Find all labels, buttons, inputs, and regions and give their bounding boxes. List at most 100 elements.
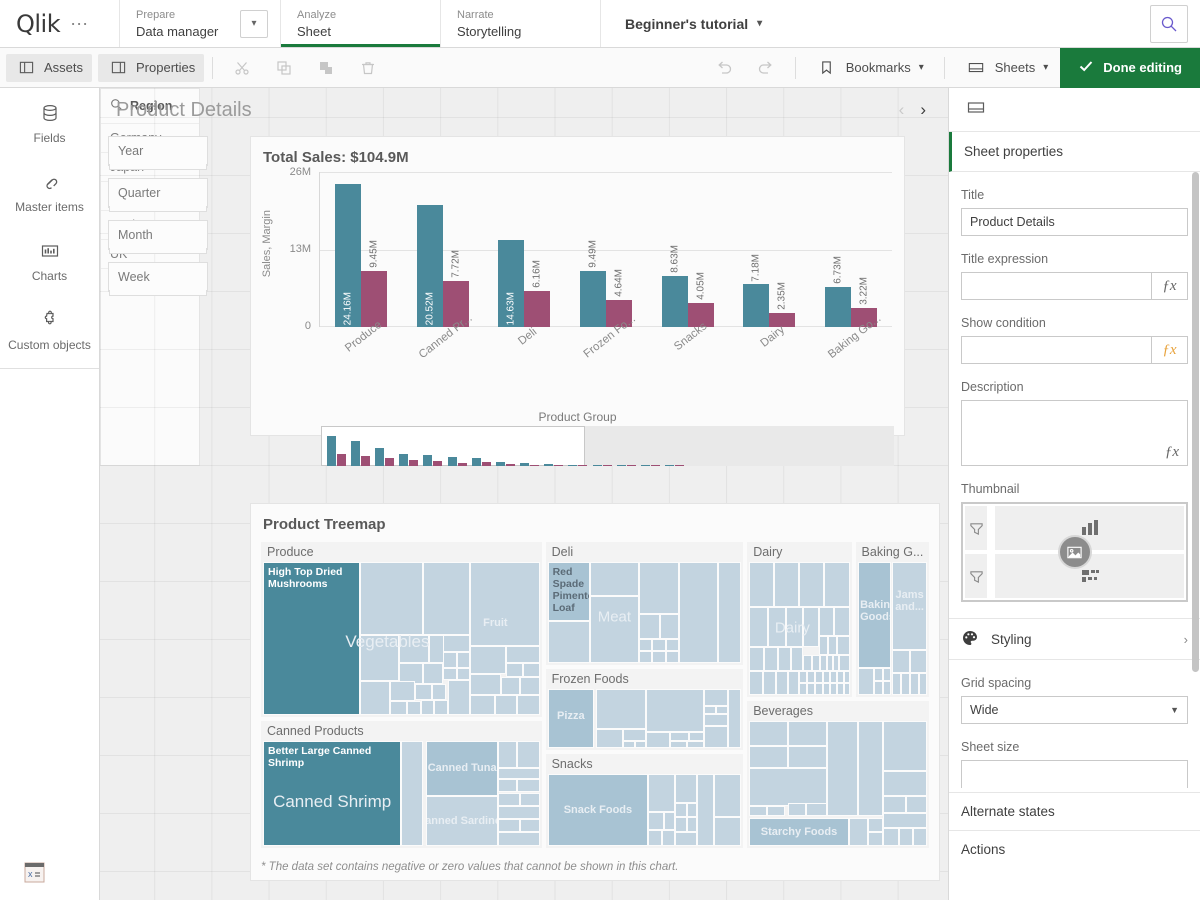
show-condition-input[interactable] [962, 337, 1151, 363]
treemap-tile[interactable] [803, 655, 812, 671]
treemap-tile[interactable] [883, 668, 891, 681]
treemap-tile[interactable] [679, 562, 718, 663]
expression-editor-icon[interactable]: ƒx [1165, 444, 1179, 461]
expression-editor-icon[interactable]: ƒx [1151, 273, 1187, 299]
treemap-tile[interactable] [824, 562, 849, 607]
show-condition-field[interactable]: ƒx [961, 336, 1188, 364]
treemap-tile[interactable] [749, 746, 788, 769]
treemap-tile[interactable] [749, 768, 827, 806]
properties-button[interactable]: Properties [98, 54, 204, 82]
treemap-tile[interactable] [434, 700, 448, 715]
treemap-tile[interactable] [443, 668, 457, 680]
thumbnail-preview[interactable] [961, 502, 1188, 602]
treemap-tile[interactable] [675, 774, 696, 803]
bar-margin[interactable]: 6.16M [524, 291, 550, 327]
treemap-tile[interactable] [767, 806, 785, 816]
treemap-group-beverages[interactable]: Beverages [747, 701, 929, 848]
treemap-tile[interactable] [883, 681, 891, 694]
treemap-tile[interactable] [590, 562, 638, 596]
treemap-tile[interactable] [675, 803, 687, 817]
treemap-group-dairy[interactable]: Dairy [747, 542, 851, 697]
rail-item-custom-objects[interactable]: Custom objects [0, 295, 99, 364]
treemap-tile[interactable] [834, 607, 849, 636]
treemap-tile[interactable] [457, 668, 471, 680]
bar-sales[interactable]: 9.49M [580, 271, 606, 327]
treemap-tile[interactable] [786, 607, 803, 647]
treemap-tile[interactable] [883, 813, 927, 828]
treemap-tile[interactable] [827, 721, 857, 816]
treemap-tile[interactable] [498, 768, 539, 778]
treemap-tile[interactable] [837, 636, 849, 655]
treemap-tile[interactable] [443, 652, 457, 667]
treemap-tile[interactable] [390, 681, 415, 701]
chart-scroll-preview[interactable] [321, 430, 894, 466]
treemap-tile[interactable] [517, 695, 539, 715]
treemap-tile[interactable] [639, 639, 653, 651]
sheet-canvas[interactable]: Product Details ‹ › Year Quarter Month W… [100, 88, 948, 900]
treemap-tile[interactable] [648, 774, 675, 811]
treemap-tile[interactable] [830, 671, 837, 683]
treemap-tile[interactable] [763, 671, 776, 695]
treemap-tile[interactable] [506, 663, 523, 677]
treemap-tile[interactable] [868, 818, 882, 832]
nav-item-narrate[interactable]: Narrate Storytelling [441, 0, 601, 47]
treemap-tile[interactable] [749, 607, 768, 647]
bar-sales[interactable]: 7.18M [743, 284, 769, 327]
treemap-tile[interactable] [901, 673, 909, 694]
alternate-states-row[interactable]: Alternate states [949, 792, 1200, 830]
filter-pane-year[interactable]: Year [108, 136, 208, 166]
treemap-tile[interactable] [596, 689, 646, 729]
filter-pane-quarter[interactable]: Quarter [108, 178, 208, 208]
treemap-tile[interactable] [749, 562, 774, 607]
bar-group[interactable]: 24.16M9.45M [320, 172, 402, 327]
treemap-tile[interactable] [448, 680, 470, 715]
treemap-tile[interactable] [704, 726, 727, 748]
treemap-tile[interactable] [788, 671, 799, 695]
treemap-tile[interactable] [839, 655, 849, 671]
treemap-tile[interactable] [623, 729, 646, 741]
treemap-tile[interactable]: Snack Foods [548, 774, 649, 846]
treemap-tile[interactable] [548, 621, 591, 664]
treemap-tile[interactable] [883, 771, 927, 796]
treemap-tile[interactable] [646, 689, 704, 731]
treemap-tile[interactable] [749, 647, 764, 671]
bar-group[interactable]: 7.18M2.35M [729, 172, 811, 327]
treemap-tile[interactable] [910, 673, 919, 694]
treemap-tile[interactable] [498, 793, 520, 807]
bar-margin[interactable]: 9.45M [361, 271, 387, 327]
treemap-tile[interactable] [652, 639, 666, 651]
treemap-tile[interactable] [407, 701, 421, 715]
treemap-tile[interactable] [639, 651, 653, 663]
treemap-tile[interactable] [652, 651, 666, 663]
treemap-tile[interactable] [716, 706, 728, 714]
bar-group[interactable]: 14.63M6.16M [483, 172, 565, 327]
treemap-tile[interactable] [443, 635, 471, 652]
treemap-group-deli[interactable]: Deli Red Spade Pimento Loaf Meat [546, 542, 744, 665]
nav-item-prepare[interactable]: Prepare Data manager [120, 8, 240, 40]
treemap-tile[interactable] [697, 774, 714, 846]
title-input[interactable]: Product Details [961, 208, 1188, 236]
treemap-tile[interactable] [788, 746, 827, 769]
bar-sales[interactable]: 14.63M [498, 240, 524, 327]
treemap-tile[interactable] [648, 830, 662, 846]
treemap-tile[interactable] [675, 832, 696, 846]
app-name-dropdown[interactable]: Beginner's tutorial ▾ [601, 0, 786, 47]
treemap-tile[interactable] [470, 695, 495, 715]
treemap-tile[interactable] [520, 819, 539, 833]
treemap-tile-selected[interactable]: High Top Dried Mushrooms [263, 562, 360, 715]
treemap-tile[interactable] [874, 681, 882, 694]
treemap-tile[interactable] [360, 562, 424, 635]
treemap-tile[interactable] [390, 701, 407, 715]
treemap-tile[interactable] [892, 673, 901, 694]
rail-item-master-items[interactable]: Master items [0, 157, 99, 226]
treemap-tile[interactable] [495, 695, 517, 715]
treemap-tile[interactable] [819, 636, 828, 655]
treemap-tile[interactable] [648, 812, 663, 831]
treemap-tile[interactable] [421, 700, 435, 715]
treemap-tile[interactable] [749, 806, 767, 816]
treemap-tile[interactable] [689, 732, 704, 741]
treemap-tile[interactable] [799, 683, 807, 695]
treemap-tile[interactable] [807, 683, 815, 695]
styling-row[interactable]: Styling › [949, 618, 1200, 660]
treemap-tile[interactable] [457, 652, 471, 667]
